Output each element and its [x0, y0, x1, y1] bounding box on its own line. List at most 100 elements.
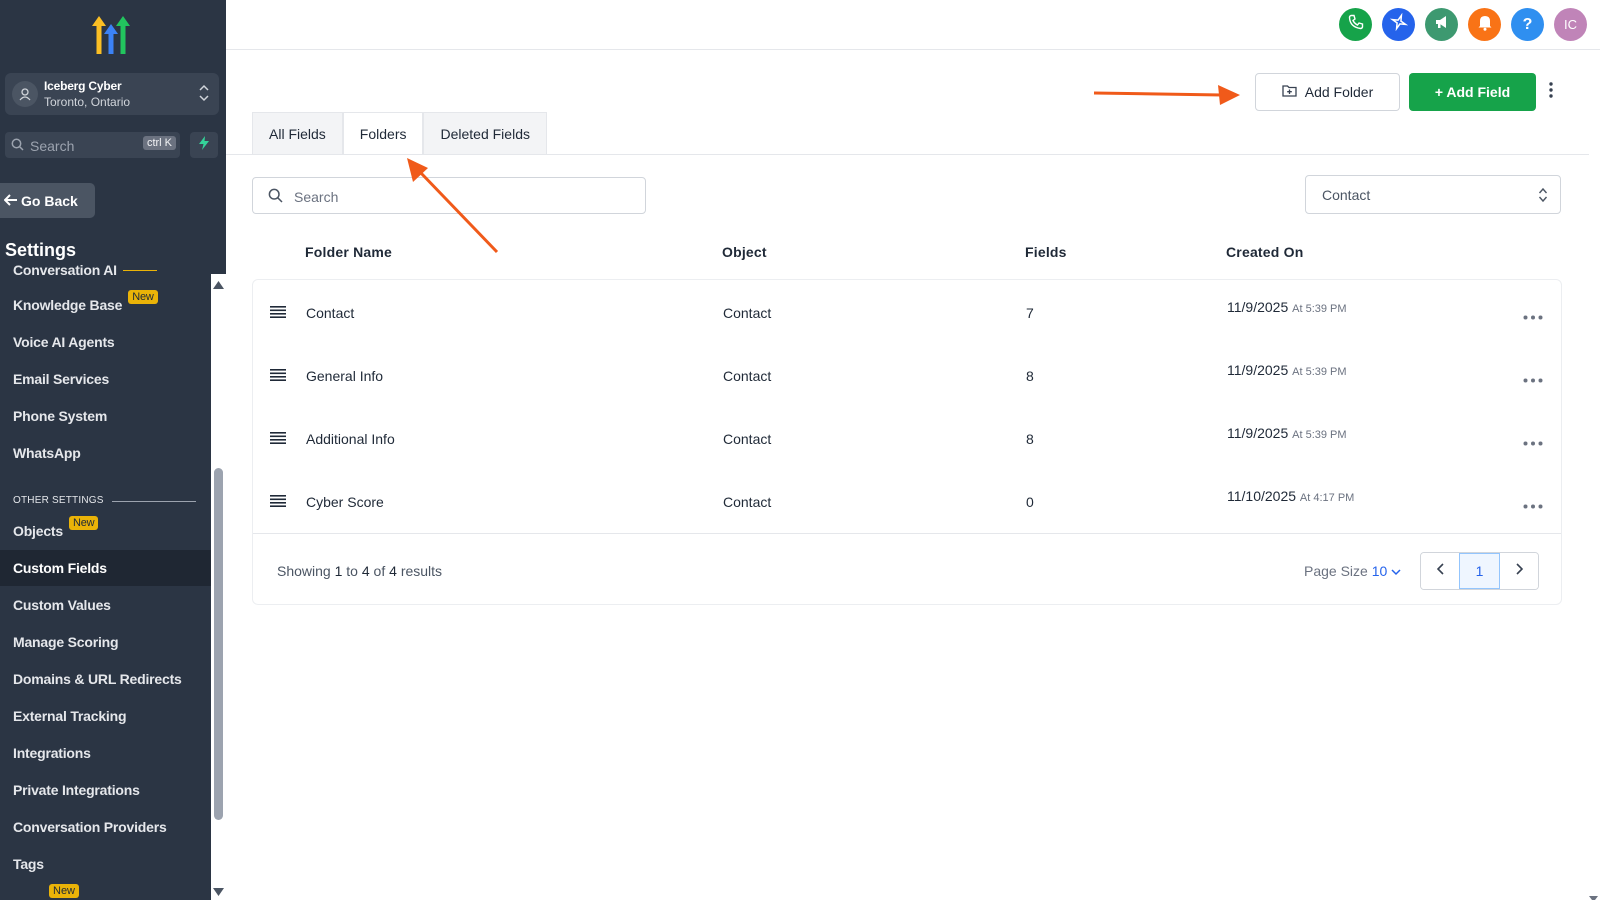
new-badge: New [128, 290, 158, 304]
drag-handle-icon[interactable] [270, 305, 286, 323]
help-button[interactable]: ? [1511, 8, 1544, 41]
row-actions-icon[interactable] [1523, 307, 1543, 325]
page-number-button[interactable]: 1 [1459, 553, 1500, 589]
avatar-initials: IC [1564, 17, 1577, 32]
tabs-divider [226, 154, 1589, 155]
sidebar-item-email-services[interactable]: Email Services [0, 361, 211, 397]
bell-icon [1477, 14, 1493, 36]
sidebar-item-tags[interactable]: Tags [0, 846, 211, 882]
arrow-left-icon [3, 193, 18, 209]
shortcut-badge: ctrl K [142, 136, 176, 150]
table-row[interactable]: Contact Contact 7 11/9/2025 At 5:39 PM [253, 280, 1561, 343]
sidebar-item-private-integrations[interactable]: Private Integrations [0, 772, 211, 808]
folders-table: Contact Contact 7 11/9/2025 At 5:39 PM G… [252, 279, 1562, 605]
folder-name: Additional Info [306, 431, 395, 447]
sidebar-item-custom-fields[interactable]: Custom Fields [0, 550, 211, 586]
sidebar-search[interactable]: Search ctrl K [5, 132, 180, 158]
user-avatar[interactable]: IC [1554, 8, 1587, 41]
page-size-select[interactable]: Page Size 10 [1304, 563, 1401, 579]
created-on: 11/10/2025 At 4:17 PM [1227, 488, 1355, 504]
tab-folders[interactable]: Folders [342, 112, 424, 154]
sidebar-item-custom-values[interactable]: Custom Values [0, 587, 211, 623]
sidebar-item-conversation-providers[interactable]: Conversation Providers [0, 809, 211, 845]
folder-search-input[interactable]: Search [252, 177, 646, 214]
table-row[interactable]: General Info Contact 8 11/9/2025 At 5:39… [253, 343, 1561, 406]
add-field-button[interactable]: + Add Field [1409, 73, 1536, 111]
annotation-arrow-add-folder [1093, 85, 1240, 105]
folder-object: Contact [723, 431, 772, 447]
sidebar-item-objects[interactable]: Objects New [0, 513, 211, 549]
tab-all-fields[interactable]: All Fields [252, 112, 343, 154]
add-folder-button[interactable]: Add Folder [1255, 73, 1400, 111]
row-actions-icon[interactable] [1523, 370, 1543, 388]
phone-button[interactable] [1339, 8, 1372, 41]
more-options-icon[interactable] [1549, 82, 1553, 103]
chevron-updown-icon [199, 84, 209, 107]
announcements-button[interactable] [1425, 8, 1458, 41]
help-icon: ? [1522, 15, 1533, 33]
notifications-button[interactable] [1468, 8, 1501, 41]
folder-plus-icon [1282, 84, 1297, 100]
account-switcher[interactable]: Iceberg Cyber Toronto, Ontario [5, 73, 219, 115]
prev-page-button[interactable] [1421, 553, 1459, 589]
next-page-button[interactable] [1500, 553, 1538, 589]
folder-field-count: 8 [1026, 431, 1034, 447]
created-on: 11/9/2025 At 5:39 PM [1227, 425, 1347, 441]
column-header-created-on[interactable]: Created On [1226, 244, 1303, 260]
sidebar-item-phone-system[interactable]: Phone System [0, 398, 211, 434]
column-header-fields[interactable]: Fields [1025, 244, 1067, 260]
divider [122, 269, 157, 271]
lightning-icon [198, 135, 210, 155]
add-folder-label: Add Folder [1304, 84, 1374, 100]
folder-object: Contact [723, 494, 772, 510]
row-actions-icon[interactable] [1523, 496, 1543, 514]
object-select[interactable]: Contact [1305, 175, 1561, 214]
drag-handle-icon[interactable] [270, 368, 286, 386]
sidebar-item-voice-ai-agents[interactable]: Voice AI Agents [0, 324, 211, 360]
sidebar-item-external-tracking[interactable]: External Tracking [0, 698, 211, 734]
sidebar-item-integrations[interactable]: Integrations [0, 735, 211, 771]
sidebar-item-manage-scoring[interactable]: Manage Scoring [0, 624, 211, 660]
drag-handle-icon[interactable] [270, 494, 286, 512]
chevron-left-icon [1436, 562, 1444, 580]
sidebar-item-whatsapp[interactable]: WhatsApp [0, 435, 211, 471]
column-header-folder-name[interactable]: Folder Name [305, 244, 392, 260]
ai-assistant-button[interactable] [1382, 8, 1415, 41]
sidebar-item-conversation-ai[interactable]: Conversation AI [0, 262, 211, 288]
new-badge: New [68, 516, 99, 530]
sidebar-search-placeholder: Search [30, 138, 75, 154]
table-row[interactable]: Cyber Score Contact 0 11/10/2025 At 4:17… [253, 469, 1561, 532]
sidebar-item-knowledge-base[interactable]: Knowledge Base New [0, 287, 211, 323]
folder-field-count: 7 [1026, 305, 1034, 321]
folder-object: Contact [723, 305, 772, 321]
results-summary: Showing 1 to 4 of 4 results [277, 563, 443, 579]
chevron-right-icon [1515, 562, 1523, 580]
sidebar: Iceberg Cyber Toronto, Ontario Search ct… [0, 0, 226, 900]
sidebar-item-domains-url-redirects[interactable]: Domains & URL Redirects [0, 661, 211, 697]
go-back-label: Go Back [21, 192, 78, 209]
scroll-down-arrow-icon[interactable] [213, 883, 224, 900]
quick-action-button[interactable] [190, 132, 218, 158]
page-scroll-down-arrow-icon[interactable] [1589, 889, 1598, 900]
folder-name: Contact [306, 305, 355, 321]
phone-icon [1348, 14, 1364, 35]
tab-deleted-fields[interactable]: Deleted Fields [423, 112, 547, 154]
created-on: 11/9/2025 At 5:39 PM [1227, 362, 1347, 378]
go-back-button[interactable]: Go Back [0, 183, 95, 218]
object-select-value: Contact [1322, 187, 1371, 203]
search-icon [268, 188, 283, 208]
column-header-object[interactable]: Object [722, 244, 767, 260]
folder-field-count: 0 [1026, 494, 1034, 510]
field-tabs: All Fields Folders Deleted Fields [252, 112, 547, 154]
table-row[interactable]: Additional Info Contact 8 11/9/2025 At 5… [253, 406, 1561, 469]
sidebar-scrollbar-thumb[interactable] [214, 468, 223, 820]
app-logo[interactable] [90, 16, 134, 56]
folder-name: General Info [306, 368, 384, 384]
scroll-up-arrow-icon[interactable] [213, 276, 224, 294]
pagination: 1 [1420, 552, 1539, 590]
search-icon [11, 138, 24, 156]
row-actions-icon[interactable] [1523, 433, 1543, 451]
megaphone-icon [1434, 14, 1450, 35]
location-avatar-icon [12, 81, 38, 107]
drag-handle-icon[interactable] [270, 431, 286, 449]
